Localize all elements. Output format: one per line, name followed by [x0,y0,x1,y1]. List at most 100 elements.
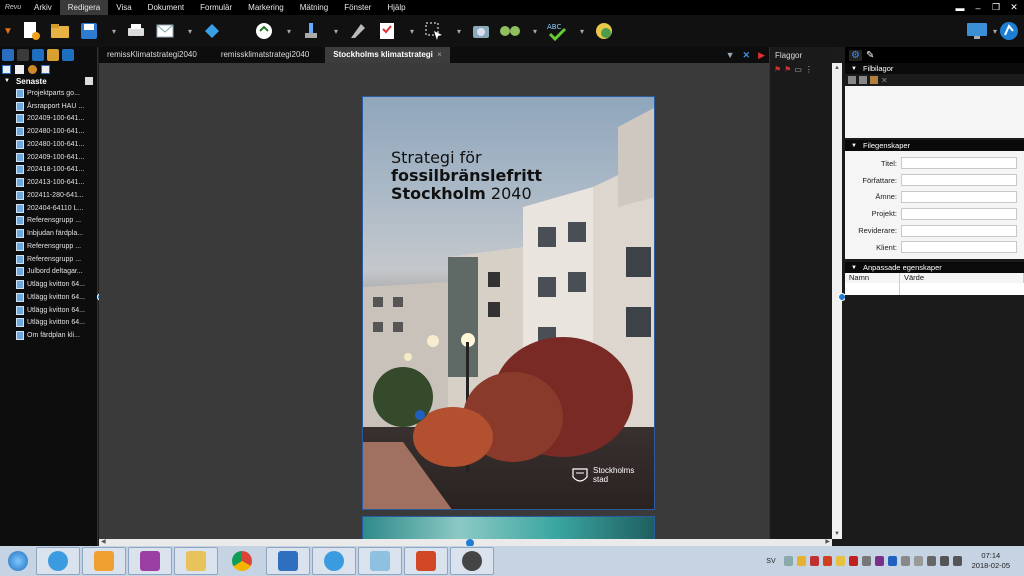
custom-properties-row[interactable] [845,283,1024,295]
tray-yellow-icon[interactable] [796,556,806,566]
scroll-right-icon[interactable]: ▶ [825,538,830,545]
scroll-down-icon[interactable]: ▼ [832,529,842,539]
spellcheck-dropdown-icon[interactable]: ▾ [575,20,589,42]
taskbar-app-onenote[interactable] [128,547,172,575]
taskbar-app-revu[interactable] [450,547,494,575]
flag-more-icon[interactable]: ⋮ [805,65,813,77]
menu-dokument[interactable]: Dokument [140,0,192,15]
print-icon[interactable] [125,20,147,42]
minimize-button[interactable]: – [972,3,984,13]
project-field[interactable] [901,207,1017,220]
close-document-icon[interactable]: ✕ [743,50,751,61]
recent-file-item[interactable]: Inbjudan färdpla... [0,227,97,240]
pdf-page[interactable]: Strategi för fossilbränslefritt Stockhol… [362,96,655,510]
file-access-tab-icon[interactable] [2,49,14,61]
revu-logo-icon[interactable] [998,20,1020,42]
tray-red-icon[interactable] [809,556,819,566]
tab-close-icon[interactable]: × [437,50,442,59]
clear-recent-icon[interactable] [85,77,93,85]
thumbnails-tab-icon[interactable] [32,49,44,61]
attach-add-icon[interactable] [848,76,856,84]
list-view-icon[interactable] [15,64,24,74]
layers-tab-icon[interactable] [47,49,59,61]
taskbar-app-powerpoint[interactable] [404,547,448,575]
recent-file-item[interactable]: Referensgrupp ... [0,215,97,228]
recent-file-item[interactable]: 202480-100-641... [0,125,97,138]
share-icon[interactable] [201,20,223,42]
reviewer-field[interactable] [901,224,1017,237]
binoculars-icon[interactable] [499,20,521,42]
recent-file-item[interactable]: Utlägg kvitton 64... [0,291,97,304]
recent-file-item[interactable]: 202404-64110 L... [0,202,97,215]
pen-tab-icon[interactable] [17,49,29,61]
pdf-page-2-preview[interactable] [362,516,655,539]
attach-save-icon[interactable] [859,76,867,84]
email-icon[interactable] [154,20,176,42]
tray-volume-icon[interactable] [952,556,962,566]
attachments-header[interactable]: ▼ Filbilagor [845,63,1024,74]
flag-filter-icon[interactable]: ⚑ [774,65,781,77]
menu-hjalp[interactable]: Hjälp [379,0,413,15]
tray-red-2-icon[interactable] [848,556,858,566]
pen-icon[interactable] [347,20,369,42]
vertical-scrollbar[interactable]: ▲ ▼ [832,63,842,539]
recent-file-item[interactable]: 202480-100-641... [0,138,97,151]
taskbar-app-explorer[interactable] [174,547,218,575]
save-icon[interactable] [78,20,100,42]
start-button[interactable] [0,546,36,576]
recent-file-item[interactable]: Om färdplan kli... [0,329,97,342]
language-indicator[interactable]: SV [766,558,775,565]
menu-markering[interactable]: Markering [240,0,292,15]
taskbar-app-ie-2[interactable] [312,547,356,575]
custom-properties-header[interactable]: ▼ Anpassade egenskaper [845,262,1024,273]
title-field[interactable] [901,157,1017,170]
recent-file-item[interactable]: Projektparts go... [0,87,97,100]
checklist-dropdown-icon[interactable]: ▾ [405,20,419,42]
collapse-arrow-icon[interactable]: ▼ [851,143,857,149]
recent-section-header[interactable]: ▼ Senaste [0,75,97,87]
select-icon[interactable] [423,20,445,42]
taskbar-app-chrome[interactable] [220,547,264,575]
spellcheck-icon[interactable]: ABC [546,20,568,42]
recent-file-item[interactable]: Årsrapport HAU ... [0,100,97,113]
binoculars-dropdown-icon[interactable]: ▾ [528,20,542,42]
recent-view-icon[interactable] [2,64,11,74]
menu-arkiv[interactable]: Arkiv [26,0,60,15]
menu-visa[interactable]: Visa [108,0,139,15]
sets-tab-icon[interactable] [62,49,74,61]
recent-file-item[interactable]: 202418-100-641... [0,164,97,177]
scroll-left-icon[interactable]: ◀ [101,538,106,545]
new-file-icon[interactable] [20,20,42,42]
tab-remiss-klimatstrategi-2[interactable]: remissklimatstrategi2040 [213,47,317,63]
monitor-icon[interactable] [966,20,988,42]
menu-formular[interactable]: Formulär [192,0,240,15]
taskbar-app-lync[interactable] [266,547,310,575]
recent-file-item[interactable]: 202411-280-641... [0,189,97,202]
attach-edit-icon[interactable] [870,76,878,84]
author-field[interactable] [901,174,1017,187]
client-field[interactable] [901,241,1017,254]
flag-add-icon[interactable]: ⚑ [784,65,791,77]
tab-stockholms-klimatstrategi[interactable]: Stockholms klimatstrategi × [325,47,450,63]
snapshot-icon[interactable] [470,20,492,42]
tab-list-dropdown-icon[interactable]: ▼ [726,50,735,60]
properties-tab-icon[interactable]: ⚙ [849,49,862,61]
taskbar-app-outlook[interactable] [82,547,126,575]
attachments-list[interactable] [845,86,1024,138]
collapse-arrow-icon[interactable]: ▼ [4,78,10,84]
tray-lock-icon[interactable] [861,556,871,566]
zoom-dropdown-icon[interactable]: ▾ [282,20,296,42]
recent-file-item[interactable]: 202413-100-641... [0,176,97,189]
recent-file-item[interactable]: Utlägg kvitton 64... [0,304,97,317]
recent-file-item[interactable]: 202409-100-641... [0,151,97,164]
zoom-select-icon[interactable] [253,20,275,42]
tray-gray-icon[interactable] [900,556,910,566]
open-folder-icon[interactable] [49,20,71,42]
flag-icon[interactable]: ▶ [758,50,765,61]
toolbar-toggle-icon[interactable]: ▬ [954,3,966,13]
pin-icon[interactable] [28,64,37,74]
taskbar-app-ie[interactable] [36,547,80,575]
taskbar-app-rdp[interactable] [358,547,402,575]
attach-delete-icon[interactable]: ✕ [881,76,888,85]
select-dropdown-icon[interactable]: ▾ [452,20,466,42]
